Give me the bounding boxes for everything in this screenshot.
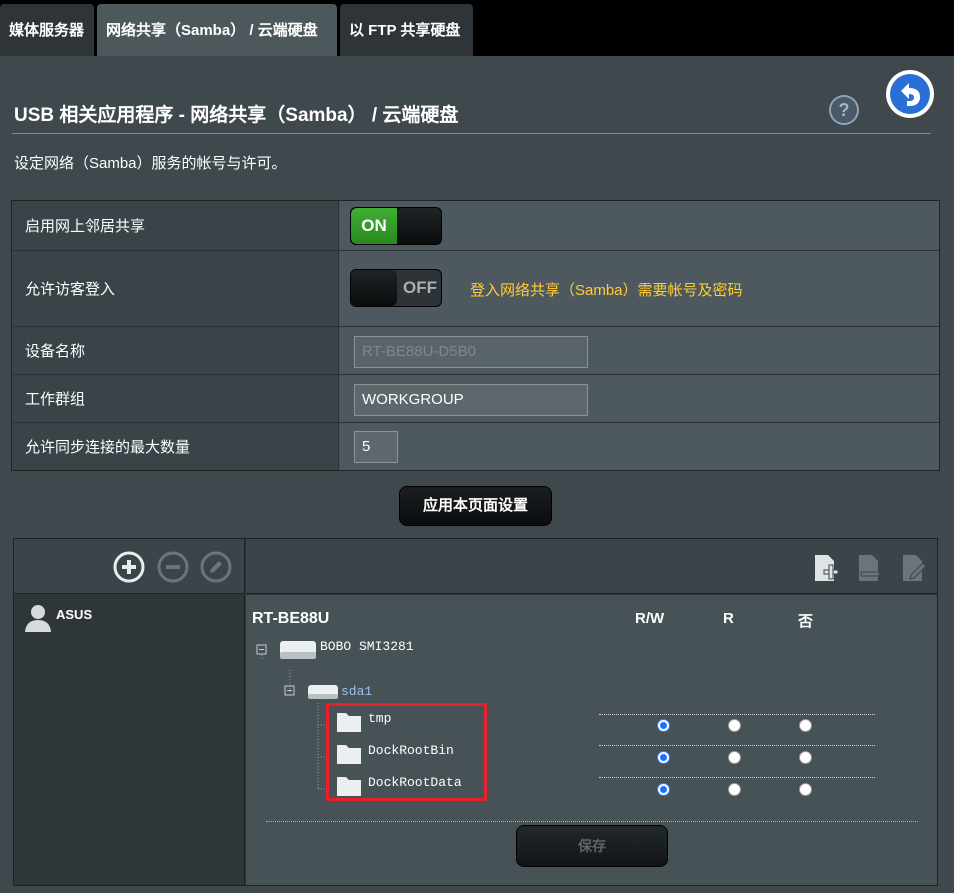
tab-ftp[interactable]: 以 FTP 共享硬盘: [340, 4, 473, 56]
save-permissions-button[interactable]: 保存: [516, 825, 668, 867]
row-max-connections: 允许同步连接的最大数量 5: [12, 423, 939, 470]
settings-table: 启用网上邻居共享 ON 允许访客登入 OFF 登入网络共享（Samba）需要帐号…: [11, 200, 940, 471]
edit-folder-icon[interactable]: [900, 553, 928, 583]
device-name-field[interactable]: RT-BE88U-D5B0: [354, 336, 588, 368]
folder-toolbar: [246, 539, 937, 594]
dockrootdata-r-radio[interactable]: [728, 783, 741, 796]
row-divider: [599, 777, 875, 778]
account-toolbar: [14, 539, 245, 594]
add-folder-icon[interactable]: [812, 553, 840, 583]
toggle-state-label: OFF: [403, 278, 437, 297]
dockrootdata-rw-radio[interactable]: [657, 783, 670, 796]
dockrootbin-r-radio[interactable]: [728, 751, 741, 764]
page-title: USB 相关应用程序 - 网络共享（Samba） / 云端硬盘: [14, 105, 459, 126]
row-divider: [599, 714, 875, 715]
partition-label[interactable]: sda1: [341, 684, 372, 699]
row-device-name: 设备名称 RT-BE88U-D5B0: [12, 327, 939, 375]
partition-icon: [308, 685, 338, 699]
panel-divider: [266, 821, 918, 822]
network-place-sharing-toggle[interactable]: ON: [350, 207, 442, 245]
device-name-label: 设备名称: [12, 327, 339, 374]
row-workgroup: 工作群组 WORKGROUP: [12, 375, 939, 423]
dockrootbin-rw-radio[interactable]: [657, 751, 670, 764]
dockrootdata-none-radio[interactable]: [799, 783, 812, 796]
dockrootbin-none-radio[interactable]: [799, 751, 812, 764]
toggle-state-label: ON: [351, 208, 397, 244]
column-read: R: [723, 610, 734, 627]
max-connections-label: 允许同步连接的最大数量: [12, 423, 339, 470]
row-network-place-sharing: 启用网上邻居共享 ON: [12, 201, 939, 251]
toggle-knob: [351, 270, 397, 306]
header-divider: [12, 133, 931, 134]
add-user-icon[interactable]: [113, 551, 145, 583]
workgroup-field[interactable]: WORKGROUP: [354, 384, 588, 416]
allow-guest-toggle[interactable]: OFF: [350, 269, 442, 307]
tmp-r-radio[interactable]: [728, 719, 741, 732]
edit-user-icon[interactable]: [200, 551, 232, 583]
account-list: ASUS: [14, 595, 245, 885]
tab-media-server[interactable]: 媒体服务器: [0, 4, 94, 56]
tab-samba[interactable]: 网络共享（Samba） / 云端硬盘: [97, 4, 337, 56]
column-no-access: 否: [798, 613, 814, 630]
apply-settings-button[interactable]: 应用本页面设置: [399, 486, 552, 526]
row-divider: [599, 745, 875, 746]
row-allow-guest: 允许访客登入 OFF 登入网络共享（Samba）需要帐号及密码: [12, 251, 939, 327]
back-icon[interactable]: [885, 69, 935, 119]
account-item-asus[interactable]: ASUS: [56, 607, 92, 622]
tmp-rw-radio[interactable]: [657, 719, 670, 732]
user-avatar-icon: [25, 605, 51, 632]
guest-login-hint: 登入网络共享（Samba）需要帐号及密码: [470, 282, 743, 299]
remove-user-icon[interactable]: [157, 551, 189, 583]
highlight-box: [326, 703, 487, 801]
workgroup-label: 工作群组: [12, 375, 339, 422]
allow-guest-label: 允许访客登入: [12, 251, 339, 326]
disk-icon: [280, 641, 316, 659]
network-place-sharing-label: 启用网上邻居共享: [12, 201, 339, 250]
help-icon[interactable]: ?: [829, 95, 859, 125]
disk-label: BOBO SMI3281: [320, 639, 414, 654]
tmp-none-radio[interactable]: [799, 719, 812, 732]
tab-bar: 媒体服务器 网络共享（Samba） / 云端硬盘 以 FTP 共享硬盘: [0, 0, 954, 56]
delete-folder-icon[interactable]: [856, 553, 884, 583]
page-description: 设定网络（Samba）服务的帐号与许可。: [14, 155, 287, 172]
toggle-knob: [397, 208, 441, 244]
max-connections-field[interactable]: 5: [354, 431, 398, 463]
column-read-write: R/W: [635, 610, 665, 627]
